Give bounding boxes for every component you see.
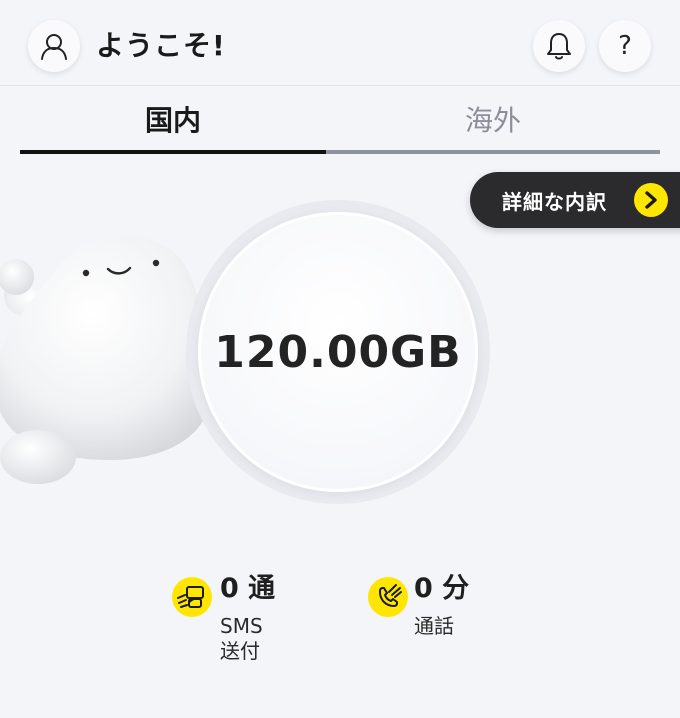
notifications-button[interactable] — [533, 20, 585, 72]
tab-domestic-label: 国内 — [144, 104, 201, 137]
help-button[interactable]: ? — [599, 20, 651, 72]
sms-label-line1: SMS — [220, 614, 263, 638]
phone-call-icon — [368, 577, 408, 617]
tab-overseas-label: 海外 — [464, 104, 521, 137]
user-outline-icon — [39, 31, 69, 61]
profile-button[interactable] — [28, 20, 80, 72]
call-minutes: 0 分 — [414, 573, 470, 604]
sms-count: 0 通 — [220, 573, 276, 604]
sms-label-line2: 送付 — [220, 639, 260, 663]
tab-overseas[interactable]: 海外 — [326, 88, 660, 154]
welcome-text: ようこそ! — [96, 29, 226, 62]
sms-label: SMS 送付 — [220, 614, 300, 664]
bell-icon — [545, 31, 573, 61]
detail-breakdown-button[interactable]: 詳細な内訳 — [470, 172, 680, 228]
app-header: ようこそ! ? — [0, 0, 680, 86]
detail-breakdown-label: 詳細な内訳 — [502, 189, 607, 214]
app-screen: ようこそ! ? 国内 海外 120.00GB 詳細な内訳 0 通 SMS 送付 … — [0, 0, 680, 718]
chevron-right-icon — [634, 183, 668, 217]
call-label: 通話 — [414, 614, 454, 638]
sms-bubble-icon — [172, 577, 212, 617]
usage-circle[interactable]: 120.00GB — [198, 212, 478, 492]
data-amount: 120.00GB — [214, 326, 462, 378]
tab-domestic[interactable]: 国内 — [20, 88, 326, 154]
help-label: ? — [618, 31, 632, 61]
